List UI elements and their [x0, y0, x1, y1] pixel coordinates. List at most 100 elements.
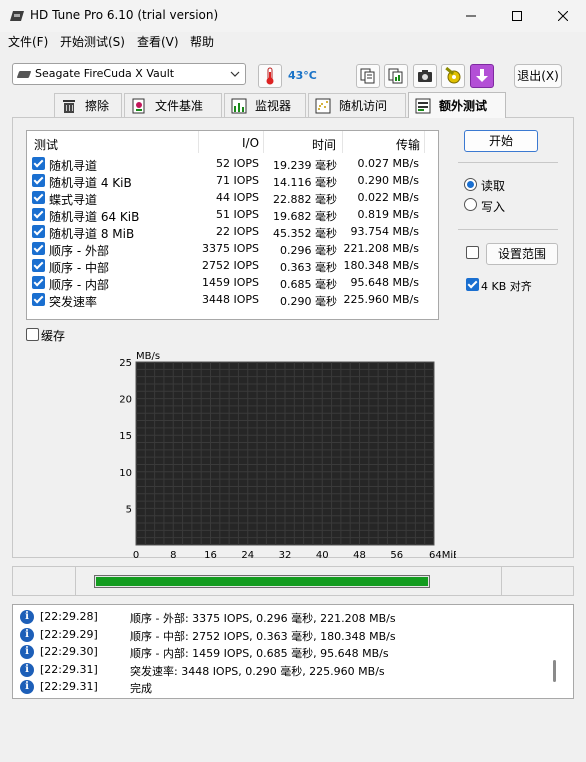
log-scrollbar[interactable]: [553, 660, 556, 682]
log-entry: i [22:29.31] 突发速率: 3448 IOPS, 0.290 毫秒, 22…: [13, 662, 553, 679]
align-4kb-checkbox[interactable]: [466, 278, 479, 291]
close-button[interactable]: [540, 0, 586, 32]
x-tick-label: 40: [316, 550, 329, 560]
y-tick-label: 20: [119, 395, 132, 406]
time-value: 19.239 毫秒: [273, 159, 337, 172]
cache-checkbox[interactable]: [26, 328, 39, 341]
tab-extra-tests[interactable]: 额外测试: [408, 92, 506, 118]
set-range-checkbox[interactable]: [466, 246, 479, 259]
log-time: [22:29.30]: [40, 645, 98, 658]
temperature-button[interactable]: [258, 64, 282, 88]
row-checkbox[interactable]: [32, 157, 45, 170]
menu-help[interactable]: 帮助: [190, 33, 214, 50]
column-header-test[interactable]: 测试: [34, 136, 58, 153]
divider: [458, 229, 558, 230]
row-checkbox[interactable]: [32, 174, 45, 187]
start-button[interactable]: 开始: [464, 130, 538, 152]
app-icon: [10, 11, 24, 21]
write-radio[interactable]: [464, 198, 477, 211]
x-tick-label: 32: [279, 550, 292, 560]
save-button[interactable]: [470, 64, 494, 88]
write-radio-label: 写入: [481, 200, 506, 214]
test-name: 随机寻道 64 KiB: [49, 210, 140, 224]
trash-icon: [63, 99, 75, 113]
menu-view[interactable]: 查看(V): [137, 33, 179, 50]
table-row[interactable]: 随机寻道 64 KiB 51 IOPS 19.682 毫秒 0.819 MB/s: [27, 207, 437, 224]
column-divider: [342, 131, 343, 153]
row-checkbox[interactable]: [32, 242, 45, 255]
transfer-value: 180.348 MB/s: [343, 259, 419, 272]
row-checkbox[interactable]: [32, 259, 45, 272]
close-icon: [558, 11, 568, 21]
column-header-io[interactable]: I/O: [242, 136, 259, 150]
table-row[interactable]: 顺序 - 内部 1459 IOPS 0.685 毫秒 95.648 MB/s: [27, 275, 437, 292]
options-button[interactable]: [441, 64, 465, 88]
time-value: 19.682 毫秒: [273, 210, 337, 223]
drive-select[interactable]: Seagate FireCuda X Vault: [12, 63, 246, 85]
speed-chart: MB/s 25 20 15 10 5 0 8 16 24 32 40 48 56 64MiB: [119, 351, 456, 560]
copy-graph-button[interactable]: [384, 64, 408, 88]
cache-label: 缓存: [41, 329, 66, 343]
column-divider: [424, 131, 425, 153]
transfer-value: 93.754 MB/s: [350, 225, 419, 238]
set-range-button[interactable]: 设置范围: [486, 243, 558, 265]
tab-random-access[interactable]: 随机访问: [308, 93, 406, 117]
time-value: 0.363 毫秒: [280, 261, 337, 274]
row-checkbox[interactable]: [32, 225, 45, 238]
tab-random-access-label: 随机访问: [339, 99, 388, 113]
info-icon: i: [20, 627, 34, 642]
time-value: 0.290 毫秒: [280, 295, 337, 308]
io-value: 1459 IOPS: [201, 276, 259, 289]
log-message: 完成: [130, 682, 152, 695]
exit-button[interactable]: 退出(X): [514, 64, 562, 88]
camera-icon: [418, 70, 432, 82]
io-value: 44 IOPS: [215, 191, 259, 204]
x-tick-label: 8: [170, 550, 176, 560]
extra-tests-icon: [415, 98, 431, 113]
io-value: 71 IOPS: [215, 174, 259, 187]
table-row[interactable]: 顺序 - 外部 3375 IOPS 0.296 毫秒 221.208 MB/s: [27, 241, 437, 258]
table-row[interactable]: 随机寻道 52 IOPS 19.239 毫秒 0.027 MB/s: [27, 156, 437, 173]
table-row[interactable]: 顺序 - 中部 2752 IOPS 0.363 毫秒 180.348 MB/s: [27, 258, 437, 275]
log-time: [22:29.31]: [40, 680, 98, 693]
y-tick-label: 5: [126, 504, 132, 515]
menu-start-test[interactable]: 开始测试(S): [60, 33, 125, 50]
drive-select-value: Seagate FireCuda X Vault: [35, 67, 175, 80]
tab-monitor[interactable]: 监视器: [224, 93, 306, 117]
log-entry: i [22:29.28] 顺序 - 外部: 3375 IOPS, 0.296 毫秒,…: [13, 609, 553, 626]
menu-file[interactable]: 文件(F): [8, 33, 48, 50]
maximize-button[interactable]: [494, 0, 540, 32]
results-table: 测试 I/O 时间 传输 随机寻道 52 IOPS 19.239 毫秒 0.027 M…: [26, 130, 439, 320]
row-checkbox[interactable]: [32, 208, 45, 221]
maximize-icon: [512, 11, 522, 21]
copy-icon: [360, 68, 375, 84]
log-list: i [22:29.28] 顺序 - 外部: 3375 IOPS, 0.296 毫秒,…: [12, 604, 574, 699]
table-row[interactable]: 随机寻道 4 KiB 71 IOPS 14.116 毫秒 0.290 MB/s: [27, 173, 437, 190]
test-name: 顺序 - 中部: [49, 261, 109, 275]
test-name: 顺序 - 外部: [49, 244, 109, 258]
column-header-transfer[interactable]: 传输: [396, 136, 420, 153]
row-checkbox[interactable]: [32, 293, 45, 306]
row-checkbox[interactable]: [32, 191, 45, 204]
column-header-time[interactable]: 时间: [312, 136, 336, 153]
read-radio[interactable]: [464, 178, 477, 191]
transfer-value: 0.290 MB/s: [357, 174, 419, 187]
copy-text-button[interactable]: [356, 64, 380, 88]
window-title: HD Tune Pro 6.10 (trial version): [30, 8, 219, 22]
tab-file-benchmark[interactable]: 文件基准: [124, 93, 222, 117]
progress-fill: [96, 577, 428, 586]
transfer-value: 95.648 MB/s: [350, 276, 419, 289]
transfer-value: 225.960 MB/s: [343, 293, 419, 306]
table-row[interactable]: 随机寻道 8 MiB 22 IOPS 45.352 毫秒 93.754 MB/s: [27, 224, 437, 241]
x-tick-label: 56: [390, 550, 403, 560]
tab-erase[interactable]: 擦除: [54, 93, 122, 117]
row-checkbox[interactable]: [32, 276, 45, 289]
minimize-button[interactable]: [448, 0, 494, 32]
table-row[interactable]: 蝶式寻道 44 IOPS 22.882 毫秒 0.022 MB/s: [27, 190, 437, 207]
log-entry: i [22:29.30] 顺序 - 内部: 1459 IOPS, 0.685 毫秒,…: [13, 644, 553, 661]
table-row[interactable]: 突发速率 3448 IOPS 0.290 毫秒 225.960 MB/s: [27, 292, 437, 309]
log-time: [22:29.31]: [40, 662, 98, 676]
log-entry: i [22:29.29] 顺序 - 中部: 2752 IOPS, 0.363 毫秒,…: [13, 627, 553, 644]
screenshot-button[interactable]: [413, 64, 437, 88]
download-arrow-icon: [476, 69, 488, 82]
